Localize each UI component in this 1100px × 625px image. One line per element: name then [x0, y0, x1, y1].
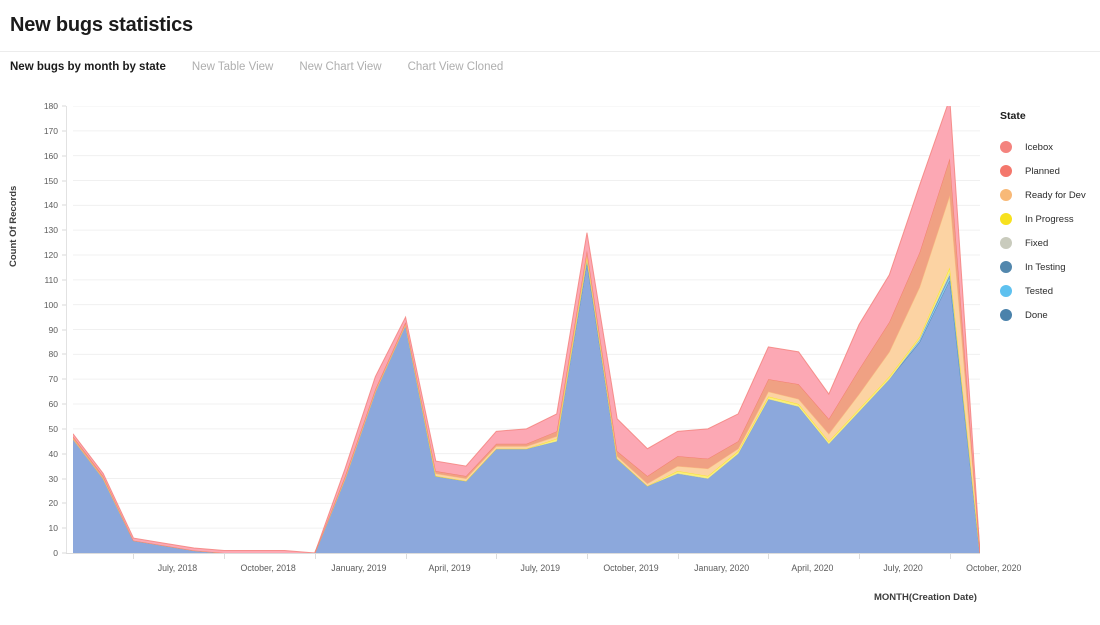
y-tick-label: 90: [49, 325, 58, 335]
x-tick-label: January, 2020: [694, 563, 749, 573]
legend-item-label: In Progress: [1025, 214, 1074, 225]
stacked-area-chart: [73, 106, 980, 553]
x-tick-label: April, 2019: [429, 563, 471, 573]
y-tick-label: 80: [49, 349, 58, 359]
x-tick-label: October, 2019: [603, 563, 658, 573]
x-tick-mark: [859, 553, 860, 559]
x-tick-mark: [768, 553, 769, 559]
y-tick-label: 180: [44, 101, 58, 111]
x-tick-mark: [587, 553, 588, 559]
y-tick-label: 40: [49, 449, 58, 459]
chart-legend: State Icebox Planned Ready for Dev In Progr…: [1000, 110, 1100, 327]
x-tick-label: July, 2019: [521, 563, 560, 573]
y-tick-label: 50: [49, 424, 58, 434]
legend-title: State: [1000, 110, 1100, 122]
y-tick-label: 20: [49, 498, 58, 508]
legend-color-swatch-icon: [1000, 213, 1012, 225]
x-tick-mark: [678, 553, 679, 559]
legend-color-swatch-icon: [1000, 261, 1012, 273]
y-tick-label: 130: [44, 225, 58, 235]
legend-item-3[interactable]: In Progress: [1000, 207, 1100, 231]
legend-item-label: Planned: [1025, 166, 1060, 177]
tab-2[interactable]: New Chart View: [299, 61, 381, 73]
legend-item-5[interactable]: In Testing: [1000, 255, 1100, 279]
y-tick-label: 120: [44, 250, 58, 260]
legend-color-swatch-icon: [1000, 141, 1012, 153]
view-tabs: New bugs by month by state New Table View…: [0, 52, 1100, 82]
legend-item-label: Fixed: [1025, 238, 1048, 249]
x-tick-mark: [950, 553, 951, 559]
tab-1[interactable]: New Table View: [192, 61, 273, 73]
y-tick-label: 140: [44, 200, 58, 210]
y-tick-label: 70: [49, 374, 58, 384]
x-tick-mark: [224, 553, 225, 559]
legend-item-label: Icebox: [1025, 142, 1053, 153]
tab-0[interactable]: New bugs by month by state: [10, 61, 166, 73]
y-axis-title: Count Of Records: [8, 186, 19, 267]
x-tick-label: July, 2018: [158, 563, 197, 573]
page-header: New bugs statistics: [0, 0, 1100, 52]
legend-color-swatch-icon: [1000, 189, 1012, 201]
x-tick-mark: [496, 553, 497, 559]
x-axis-title: MONTH(Creation Date): [874, 592, 977, 603]
x-tick-label: October, 2018: [241, 563, 296, 573]
x-tick-mark: [315, 553, 316, 559]
x-tick-mark: [133, 553, 134, 559]
legend-color-swatch-icon: [1000, 165, 1012, 177]
chart-container: Count Of Records 01020304050607080901001…: [0, 92, 1100, 625]
y-tick-label: 160: [44, 151, 58, 161]
tab-3[interactable]: Chart View Cloned: [408, 61, 504, 73]
legend-color-swatch-icon: [1000, 285, 1012, 297]
legend-item-label: In Testing: [1025, 262, 1066, 273]
legend-item-label: Tested: [1025, 286, 1053, 297]
x-tick-label: January, 2019: [331, 563, 386, 573]
x-tick-label: October, 2020: [966, 563, 1021, 573]
y-tick-label: 150: [44, 176, 58, 186]
legend-item-label: Ready for Dev: [1025, 190, 1086, 201]
legend-item-0[interactable]: Icebox: [1000, 135, 1100, 159]
y-axis-line: [66, 106, 67, 553]
y-tick-label: 100: [44, 300, 58, 310]
x-tick-label: April, 2020: [791, 563, 833, 573]
legend-item-7[interactable]: Done: [1000, 303, 1100, 327]
legend-item-6[interactable]: Tested: [1000, 279, 1100, 303]
x-tick-label: July, 2020: [883, 563, 922, 573]
plot-area: [73, 106, 980, 553]
y-tick-label: 10: [49, 523, 58, 533]
legend-color-swatch-icon: [1000, 309, 1012, 321]
x-tick-mark: [406, 553, 407, 559]
legend-item-label: Done: [1025, 310, 1048, 321]
legend-item-4[interactable]: Fixed: [1000, 231, 1100, 255]
legend-item-1[interactable]: Planned: [1000, 159, 1100, 183]
legend-item-2[interactable]: Ready for Dev: [1000, 183, 1100, 207]
y-axis-ticks: 0102030405060708090100110120130140150160…: [28, 92, 66, 552]
app-root: New bugs statistics New bugs by month by…: [0, 0, 1100, 625]
y-tick-label: 30: [49, 474, 58, 484]
y-tick-label: 170: [44, 126, 58, 136]
y-tick-label: 60: [49, 399, 58, 409]
y-tick-label: 110: [44, 275, 58, 285]
legend-color-swatch-icon: [1000, 237, 1012, 249]
x-axis-ticks: July, 2018 October, 2018 January, 2019 Apri…: [0, 553, 1100, 583]
page-title: New bugs statistics: [10, 14, 1100, 37]
